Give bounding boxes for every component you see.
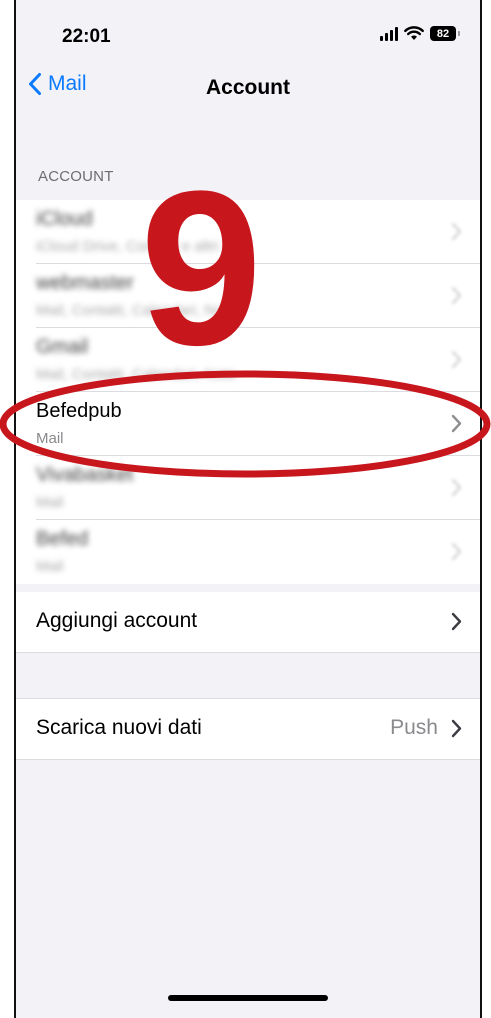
chevron-right-icon <box>451 286 462 305</box>
chevron-right-icon <box>451 350 462 369</box>
wifi-icon <box>404 26 424 40</box>
add-account-button[interactable]: Aggiungi account <box>16 592 480 652</box>
fetch-new-data-label: Scarica nuovi dati <box>36 716 202 739</box>
account-row-vivabasket[interactable]: Vivabasket Mail <box>16 456 480 520</box>
fetch-new-data-row[interactable]: Scarica nuovi dati Push <box>16 699 480 759</box>
add-account-label: Aggiungi account <box>36 609 198 632</box>
page-title: Account <box>206 76 290 99</box>
account-name: webmaster <box>36 272 134 294</box>
status-time: 22:01 <box>62 26 111 47</box>
account-name: Befedpub <box>36 400 122 422</box>
chevron-right-icon <box>451 414 462 433</box>
chevron-right-icon <box>451 612 462 631</box>
home-indicator <box>168 995 328 1001</box>
chevron-right-icon <box>451 542 462 561</box>
account-name: Befed <box>36 528 89 550</box>
step-number-annotation: 9 <box>140 145 262 391</box>
account-row-befed[interactable]: Befed Mail <box>16 520 480 584</box>
signal-icon <box>380 26 398 41</box>
status-bar: 22:01 82 <box>16 0 480 70</box>
account-row-befedpub[interactable]: Befedpub Mail <box>16 392 480 456</box>
chevron-right-icon <box>451 719 462 738</box>
account-services: Mail <box>36 494 64 511</box>
account-name: Vivabasket <box>36 464 134 486</box>
account-services: Mail <box>36 430 64 447</box>
battery-icon: 82 <box>430 26 460 41</box>
status-icons: 82 <box>380 26 460 41</box>
fetch-mode-value: Push <box>390 716 438 739</box>
account-name: Gmail <box>36 336 89 358</box>
account-services: Mail <box>36 558 64 575</box>
add-account-group: Aggiungi account <box>16 592 480 653</box>
fetch-group: Scarica nuovi dati Push <box>16 698 480 760</box>
navigation-bar: Mail Account <box>16 70 480 110</box>
section-header-accounts: ACCOUNT <box>38 168 114 185</box>
chevron-right-icon <box>451 222 462 241</box>
account-name: iCloud <box>36 208 93 230</box>
chevron-right-icon <box>451 478 462 497</box>
